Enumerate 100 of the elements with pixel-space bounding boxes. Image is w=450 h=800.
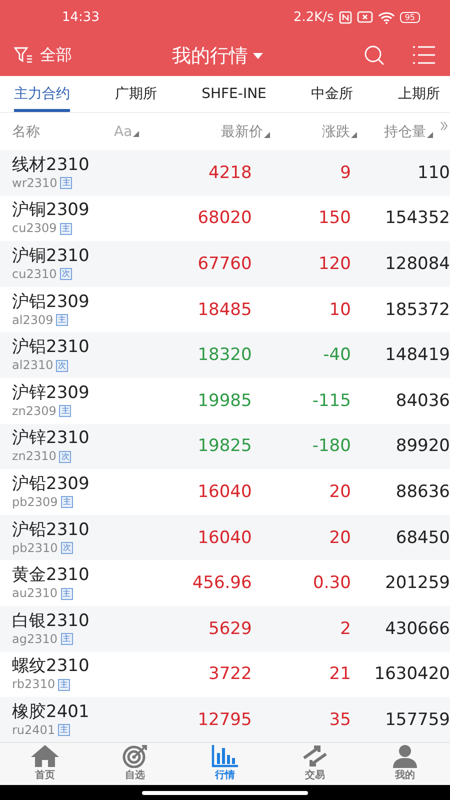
exchange-tab[interactable]: 上期所	[398, 76, 440, 112]
quote-row[interactable]: 线材2310 wr2310 主 4218 9 110	[0, 150, 450, 196]
change-cell-text: 9	[339, 162, 351, 183]
price-cell-text: 456.96	[191, 573, 252, 594]
search-icon[interactable]	[363, 44, 385, 66]
contract-tag: 主	[60, 177, 72, 190]
contract-tag: 主	[58, 678, 70, 691]
price-cell-text: 4218	[208, 162, 252, 183]
nav-tab[interactable]: 自选	[90, 743, 180, 785]
contract-name: 白银2310	[12, 610, 90, 632]
contract-code: ru2401	[12, 722, 56, 738]
contract-tag: 主	[60, 633, 73, 646]
contract-tag: 次	[59, 450, 72, 463]
change-cell-text: -40	[322, 345, 351, 366]
home-indicator[interactable]	[142, 790, 308, 794]
contract-tag: 主	[60, 588, 72, 600]
open-interest-cell-text: 88636	[394, 482, 450, 502]
quote-row[interactable]: 白银2310 ag2310 主 5629 2 430666	[0, 606, 450, 652]
price-cell-text: 3722	[208, 664, 252, 684]
contract-name: 沪铜2309	[12, 200, 90, 222]
contract-name: 沪铅2310	[12, 520, 90, 541]
exchange-tab[interactable]: SHFE-INE	[202, 76, 266, 112]
price-cell-text: 19985	[196, 390, 252, 411]
nav-tab[interactable]: 行情	[180, 743, 270, 785]
open-interest-cell-text: 148419	[384, 345, 450, 366]
contract-tag: 主	[60, 222, 72, 235]
open-interest-cell-text: 110	[416, 162, 450, 183]
price-cell-text: 67760	[196, 254, 252, 274]
contract-name: 沪铅2309	[12, 474, 90, 495]
caret-icon	[252, 52, 264, 60]
quote-row[interactable]: 橡胶2401 ru2401 主 12795 35 157759	[0, 697, 450, 742]
contract-code: al2309	[12, 312, 54, 328]
contract-code: pb2310	[12, 540, 58, 556]
nav-tab[interactable]: 交易	[270, 743, 360, 785]
change-cell-text: -180	[311, 436, 351, 456]
contract-name: 橡胶2401	[12, 702, 90, 723]
change-cell-text: -115	[311, 390, 351, 411]
column-header[interactable]: 涨跌	[278, 122, 366, 140]
quote-row[interactable]: 沪铝2310 al2310 次 18320 -40 148419	[0, 332, 450, 378]
column-header[interactable]: 名称	[0, 122, 112, 140]
open-interest-cell-text: 154352	[384, 208, 450, 228]
exchange-tab[interactable]: 广期所	[114, 76, 157, 112]
change-cell-text: 0.30	[312, 573, 351, 594]
filter-button[interactable]: 全部	[14, 44, 72, 66]
menu-icon[interactable]	[412, 45, 436, 65]
contract-tag: 主	[59, 405, 72, 418]
contract-name: 沪锌2310	[12, 428, 90, 450]
contract-name: 螺纹2310	[12, 656, 90, 678]
contract-code: cu2309	[12, 221, 57, 236]
price-cell-text: 68020	[196, 208, 252, 228]
contract-code: rb2310	[12, 677, 56, 692]
open-interest-cell-text: 1630420	[373, 664, 450, 684]
open-interest-cell-text: 201259	[384, 573, 450, 594]
market-dropdown[interactable]: 我的行情	[172, 43, 264, 69]
contract-code: au2310	[12, 586, 58, 602]
nav-tab[interactable]: 我的	[360, 743, 450, 785]
contract-code: al2310	[12, 358, 54, 374]
open-interest-cell-text: 128084	[384, 254, 450, 274]
change-cell-text: 20	[328, 482, 351, 502]
price-cell-text: 19825	[196, 436, 252, 456]
chevrons-icon[interactable]	[440, 121, 448, 131]
open-interest-cell-text: 89920	[394, 436, 450, 456]
exchange-tab[interactable]: 中金所	[311, 76, 354, 112]
quote-row[interactable]: 沪铅2310 pb2310 次 16040 20 68450	[0, 514, 450, 560]
person-icon	[390, 744, 420, 768]
contract-name: 沪铝2310	[12, 337, 90, 358]
price-cell-text: 18320	[196, 345, 252, 366]
target-icon	[120, 744, 150, 768]
contract-tag: 次	[56, 360, 68, 372]
change-cell-text: 150	[317, 208, 351, 228]
price-cell-text: 5629	[208, 618, 252, 639]
quote-row[interactable]: 沪铜2310 cu2310 次 67760 120 128084	[0, 241, 450, 287]
contract-name: 线材2310	[12, 154, 90, 176]
change-cell-text: 10	[328, 300, 351, 320]
quote-row[interactable]: 沪锌2310 zn2310 次 19825 -180 89920	[0, 424, 450, 470]
column-header[interactable]: 持仓量	[366, 122, 433, 140]
contract-name: 沪铜2310	[12, 246, 90, 267]
contract-code: ag2310	[12, 632, 58, 647]
contract-code: cu2310	[12, 266, 57, 282]
contract-code: wr2310	[12, 176, 58, 191]
price-cell-text: 16040	[196, 528, 252, 548]
contract-tag: 次	[60, 268, 72, 280]
change-cell-text: 120	[317, 254, 351, 274]
column-header[interactable]: 最新价	[174, 122, 278, 140]
price-cell-text: 16040	[196, 482, 252, 502]
contract-tag: 主	[56, 314, 68, 326]
price-cell-text: 18485	[196, 300, 252, 320]
nfc-icon	[338, 10, 352, 24]
change-cell-text: 20	[328, 528, 351, 548]
open-interest-cell-text: 430666	[384, 618, 450, 639]
contract-code: zn2310	[12, 449, 56, 464]
contract-name: 沪锌2309	[12, 382, 90, 404]
contract-code: pb2309	[12, 494, 58, 510]
home-icon	[30, 744, 60, 768]
exchange-arrows-icon	[300, 744, 330, 768]
exchange-tab[interactable]: 主力合约	[14, 76, 70, 112]
nav-tab[interactable]: 首页	[0, 743, 90, 785]
bar-chart-icon	[210, 744, 240, 768]
change-cell-text: 2	[339, 618, 351, 639]
contract-tag: 主	[60, 496, 73, 508]
